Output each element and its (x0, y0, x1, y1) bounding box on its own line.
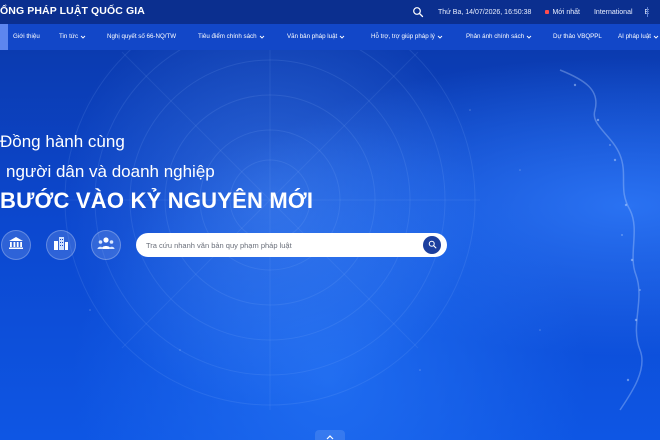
nav-item-6[interactable]: Hỗ trợ, trợ giúp pháp lý (371, 33, 443, 40)
chevron-up-icon (326, 427, 334, 440)
chevron-down-icon (80, 35, 86, 39)
chevron-down-icon (526, 35, 532, 39)
nav-item-label: AI pháp luật (618, 33, 652, 40)
search-icon[interactable] (412, 6, 424, 18)
chevron-down-icon (339, 35, 345, 39)
nav-item-3[interactable]: Nghị quyết số 66-NQ/TW (107, 33, 176, 40)
city-buildings-icon (53, 236, 69, 255)
nav-item-label: Giới thiệu (13, 33, 40, 40)
main-nav: Giới thiệu Tin tức Nghị quyết số 66-NQ/TW T… (0, 24, 660, 50)
nav-item-8[interactable]: Dự thảo VBQPPL (553, 33, 602, 40)
government-building-button[interactable] (1, 230, 31, 260)
nav-item-9[interactable]: AI pháp luật (618, 33, 659, 40)
nav-item-label: Tin tức (59, 33, 79, 40)
city-buildings-button[interactable] (46, 230, 76, 260)
nav-item-label: Nghị quyết số 66-NQ/TW (107, 33, 177, 40)
chevron-down-icon (653, 35, 659, 39)
nav-item-5[interactable]: Văn bản pháp luật (287, 33, 345, 40)
current-datetime: Thứ Ba, 14/07/2026, 16:50:38 (438, 8, 532, 16)
search-submit-button[interactable] (423, 236, 441, 254)
search-icon (428, 236, 437, 254)
nav-item-4[interactable]: Tiêu điểm chính sách (198, 33, 265, 40)
people-group-button[interactable] (91, 230, 121, 260)
scroll-to-top-button[interactable] (315, 430, 345, 440)
nav-item-1[interactable]: Giới thiệu (13, 33, 40, 40)
nav-item-label: Tiêu điểm chính sách (198, 33, 257, 40)
government-building-icon (8, 236, 24, 255)
legal-search-input[interactable] (146, 240, 406, 250)
nav-item-7[interactable]: Phản ánh chính sách (466, 33, 532, 40)
latest-news-link[interactable]: Mới nhất (545, 9, 580, 16)
nav-item-label: Văn bản pháp luật (287, 33, 338, 40)
legal-search-bar (136, 233, 447, 257)
top-header: ỔNG PHÁP LUẬT QUỐC GIA Thứ Ba, 14/07/202… (0, 0, 660, 24)
flame-icon (545, 10, 550, 14)
site-title[interactable]: ỔNG PHÁP LUẬT QUỐC GIA (0, 5, 145, 17)
nav-item-2[interactable]: Tin tức (59, 33, 86, 40)
hero-headline-line1: Đồng hành cùng (0, 132, 125, 151)
divider (647, 7, 648, 17)
nav-item-label: Dự thảo VBQPPL (553, 33, 602, 40)
nav-item-label: Phản ánh chính sách (466, 33, 525, 40)
latest-news-label: Mới nhất (552, 8, 580, 16)
people-group-icon (97, 236, 115, 255)
hero-headline-line2: người dân và doanh nghiệp (6, 162, 215, 181)
nav-home-tab[interactable] (0, 24, 8, 50)
chevron-down-icon (437, 35, 443, 39)
hero-banner: Đồng hành cùng người dân và doanh nghiệp… (0, 50, 660, 440)
chevron-down-icon (259, 35, 264, 39)
nav-item-label: Hỗ trợ, trợ giúp pháp lý (371, 33, 435, 40)
header-utilities: Thứ Ba, 14/07/2026, 16:50:38 Mới nhất In… (412, 5, 649, 19)
hero-headline-line3: BƯỚC VÀO KỶ NGUYÊN MỚI (0, 188, 314, 213)
international-link[interactable]: International (594, 9, 633, 16)
